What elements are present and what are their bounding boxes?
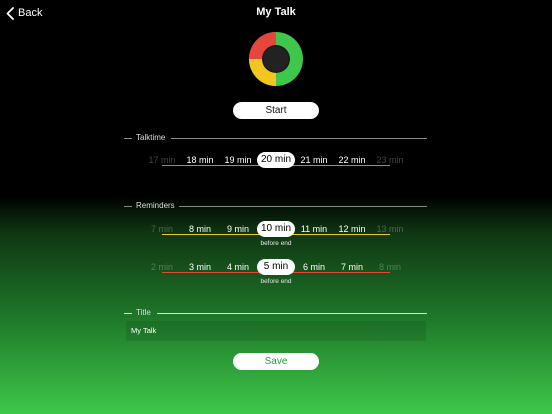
second-reminder-picker[interactable]: 2 min 3 min 4 min 5 min 6 min 7 min 8 min bbox=[148, 259, 404, 276]
picker-item[interactable]: 17 min bbox=[144, 155, 180, 166]
picker-item[interactable]: 6 min bbox=[296, 262, 332, 273]
save-button[interactable]: Save bbox=[233, 353, 319, 370]
picker-item[interactable]: 18 min bbox=[182, 155, 218, 166]
picker-item-selected[interactable]: 10 min bbox=[257, 221, 295, 237]
talktime-label: Talktime bbox=[136, 133, 166, 142]
reminders-section-header: Reminders bbox=[124, 201, 427, 211]
picker-item[interactable]: 3 min bbox=[182, 262, 218, 273]
talk-timer-logo bbox=[249, 32, 303, 86]
start-button[interactable]: Start bbox=[233, 102, 319, 119]
picker-item[interactable]: 8 min bbox=[182, 224, 218, 235]
picker-item[interactable]: 8 min bbox=[372, 262, 408, 273]
picker-item[interactable]: 7 min bbox=[144, 224, 180, 235]
picker-item[interactable]: 9 min bbox=[220, 224, 256, 235]
picker-item[interactable]: 21 min bbox=[296, 155, 332, 166]
title-section-header: Title bbox=[124, 308, 427, 318]
picker-item-selected[interactable]: 20 min bbox=[257, 152, 295, 168]
reminders-label: Reminders bbox=[136, 201, 175, 210]
second-reminder-caption: before end bbox=[260, 278, 292, 285]
picker-item[interactable]: 23 min bbox=[372, 155, 408, 166]
talktime-section-header: Talktime bbox=[124, 133, 427, 143]
picker-item[interactable]: 22 min bbox=[334, 155, 370, 166]
picker-item[interactable]: 13 min bbox=[372, 224, 408, 235]
talktime-picker[interactable]: 17 min 18 min 19 min 20 min 21 min 22 min 23 m… bbox=[148, 152, 404, 169]
title-input[interactable]: My Talk bbox=[126, 321, 426, 341]
page-title: My Talk bbox=[256, 6, 296, 18]
picker-item[interactable]: 7 min bbox=[334, 262, 370, 273]
first-reminder-caption: before end bbox=[260, 240, 292, 247]
picker-item[interactable]: 11 min bbox=[296, 224, 332, 235]
picker-item[interactable]: 4 min bbox=[220, 262, 256, 273]
first-reminder-picker[interactable]: 7 min 8 min 9 min 10 min 11 min 12 min 13 min bbox=[148, 221, 404, 238]
picker-item[interactable]: 2 min bbox=[144, 262, 180, 273]
picker-item[interactable]: 19 min bbox=[220, 155, 256, 166]
title-label: Title bbox=[136, 308, 151, 317]
picker-item[interactable]: 12 min bbox=[334, 224, 370, 235]
picker-item-selected[interactable]: 5 min bbox=[257, 259, 295, 275]
